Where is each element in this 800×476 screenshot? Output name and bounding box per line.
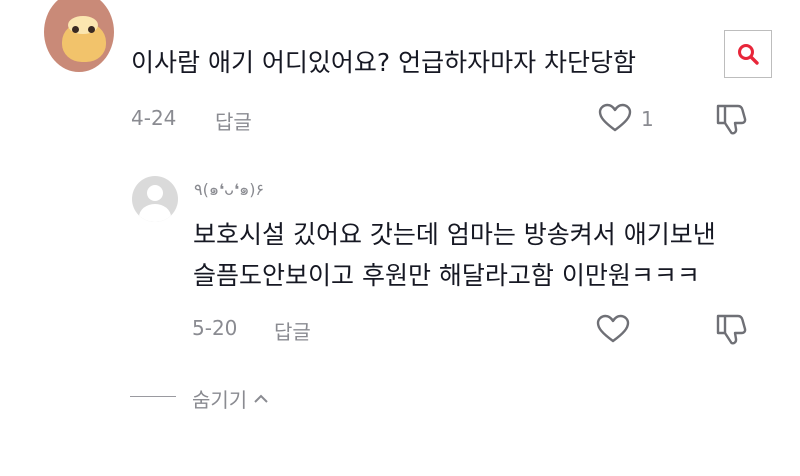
dislike-button[interactable] bbox=[714, 102, 750, 136]
hide-replies-label: 숨기기 bbox=[192, 388, 248, 412]
reply-text-line-1: 보호시설 깄어요 갓는데 엄마는 방송켜서 애기보낸 bbox=[193, 220, 716, 249]
heart-outline-icon bbox=[596, 314, 630, 343]
reply-text-line-2: 슬픔도안보이고 후원만 해달라고함 이만원ㅋㅋㅋ bbox=[193, 261, 700, 290]
reply-username[interactable]: ٩(๑❛ᴗ❛๑)۶ bbox=[194, 178, 264, 203]
heart-outline-icon bbox=[598, 103, 632, 132]
comment-date: 4-24 bbox=[131, 106, 177, 130]
commenter-avatar[interactable] bbox=[44, 0, 114, 72]
thumbs-down-icon bbox=[716, 314, 747, 345]
search-icon bbox=[738, 44, 759, 65]
reply-reply-button[interactable]: 답글 bbox=[274, 316, 311, 345]
thumbs-down-icon bbox=[716, 104, 747, 135]
hide-divider bbox=[130, 396, 176, 397]
like-button[interactable] bbox=[598, 103, 632, 133]
reply-like-button[interactable] bbox=[596, 314, 630, 344]
reply-avatar[interactable] bbox=[132, 176, 178, 222]
search-button[interactable] bbox=[724, 30, 772, 78]
chevron-up-icon bbox=[254, 394, 268, 403]
reply-date: 5-20 bbox=[192, 316, 238, 340]
hide-replies-button[interactable]: 숨기기 bbox=[192, 384, 269, 413]
comment-reply-button[interactable]: 답글 bbox=[215, 106, 252, 135]
comment-text: 이사람 애기 어디있어요? 언급하자마자 차단당함 bbox=[131, 48, 637, 77]
like-count: 1 bbox=[641, 107, 654, 131]
reply-dislike-button[interactable] bbox=[714, 312, 750, 346]
